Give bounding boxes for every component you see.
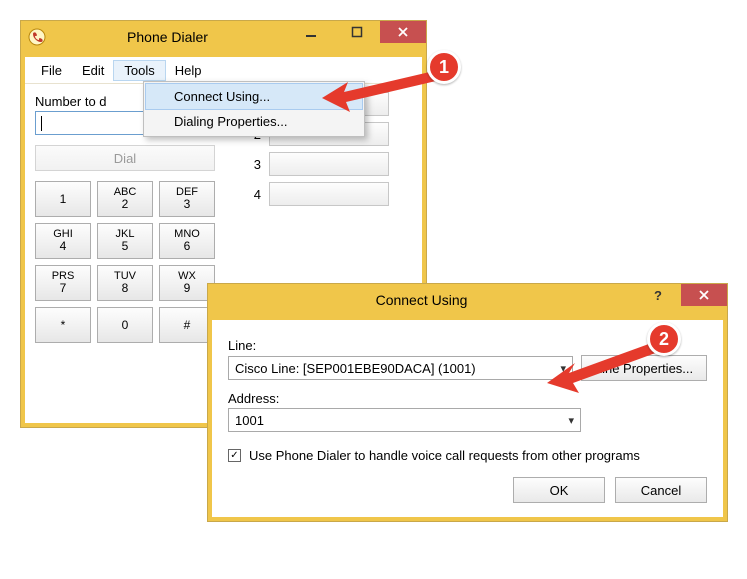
- key-star[interactable]: *: [35, 307, 91, 343]
- help-button[interactable]: ?: [635, 284, 681, 306]
- key-2[interactable]: ABC2: [97, 181, 153, 217]
- minimize-button[interactable]: [288, 21, 334, 43]
- text-caret-icon: [41, 116, 42, 131]
- address-value: 1001: [235, 413, 264, 428]
- dialog-titlebar[interactable]: Connect Using ?: [208, 284, 727, 316]
- menu-edit[interactable]: Edit: [72, 61, 114, 80]
- speed-3-button[interactable]: [269, 152, 389, 176]
- speed-4-label: 4: [251, 187, 261, 202]
- checkbox-label: Use Phone Dialer to handle voice call re…: [249, 448, 640, 463]
- window-title: Phone Dialer: [47, 29, 288, 45]
- key-8[interactable]: TUV8: [97, 265, 153, 301]
- key-6[interactable]: MNO6: [159, 223, 215, 259]
- connect-using-dialog: Connect Using ? Line: Cisco Line: [SEP00…: [207, 283, 728, 522]
- handle-voice-checkbox-row[interactable]: ✓ Use Phone Dialer to handle voice call …: [228, 448, 707, 463]
- key-0[interactable]: 0: [97, 307, 153, 343]
- menu-help[interactable]: Help: [165, 61, 212, 80]
- address-combo[interactable]: 1001 ▾: [228, 408, 581, 432]
- close-button[interactable]: [380, 21, 426, 43]
- menu-file[interactable]: File: [31, 61, 72, 80]
- cancel-button[interactable]: Cancel: [615, 477, 707, 503]
- titlebar[interactable]: Phone Dialer: [21, 21, 426, 53]
- menu-tools[interactable]: Tools: [114, 61, 164, 80]
- app-icon: [27, 27, 47, 47]
- key-4[interactable]: GHI4: [35, 223, 91, 259]
- line-value: Cisco Line: [SEP001EBE90DACA] (1001): [235, 361, 476, 376]
- ok-button[interactable]: OK: [513, 477, 605, 503]
- key-5[interactable]: JKL5: [97, 223, 153, 259]
- arrow-1-icon: [322, 68, 442, 118]
- speed-4-button[interactable]: [269, 182, 389, 206]
- maximize-button[interactable]: [334, 21, 380, 43]
- line-combo[interactable]: Cisco Line: [SEP001EBE90DACA] (1001) ▾: [228, 356, 573, 380]
- dialog-title: Connect Using: [208, 292, 635, 308]
- checkbox-icon[interactable]: ✓: [228, 449, 241, 462]
- help-icon: ?: [654, 288, 662, 303]
- key-1[interactable]: 1: [35, 181, 91, 217]
- speed-3-label: 3: [251, 157, 261, 172]
- chevron-down-icon: ▾: [568, 414, 574, 427]
- dialog-close-button[interactable]: [681, 284, 727, 306]
- callout-badge-1: 1: [427, 50, 461, 84]
- dial-label: Dial: [114, 151, 136, 166]
- key-3[interactable]: DEF3: [159, 181, 215, 217]
- callout-badge-2: 2: [647, 322, 681, 356]
- key-7[interactable]: PRS7: [35, 265, 91, 301]
- dial-button[interactable]: Dial: [35, 145, 215, 171]
